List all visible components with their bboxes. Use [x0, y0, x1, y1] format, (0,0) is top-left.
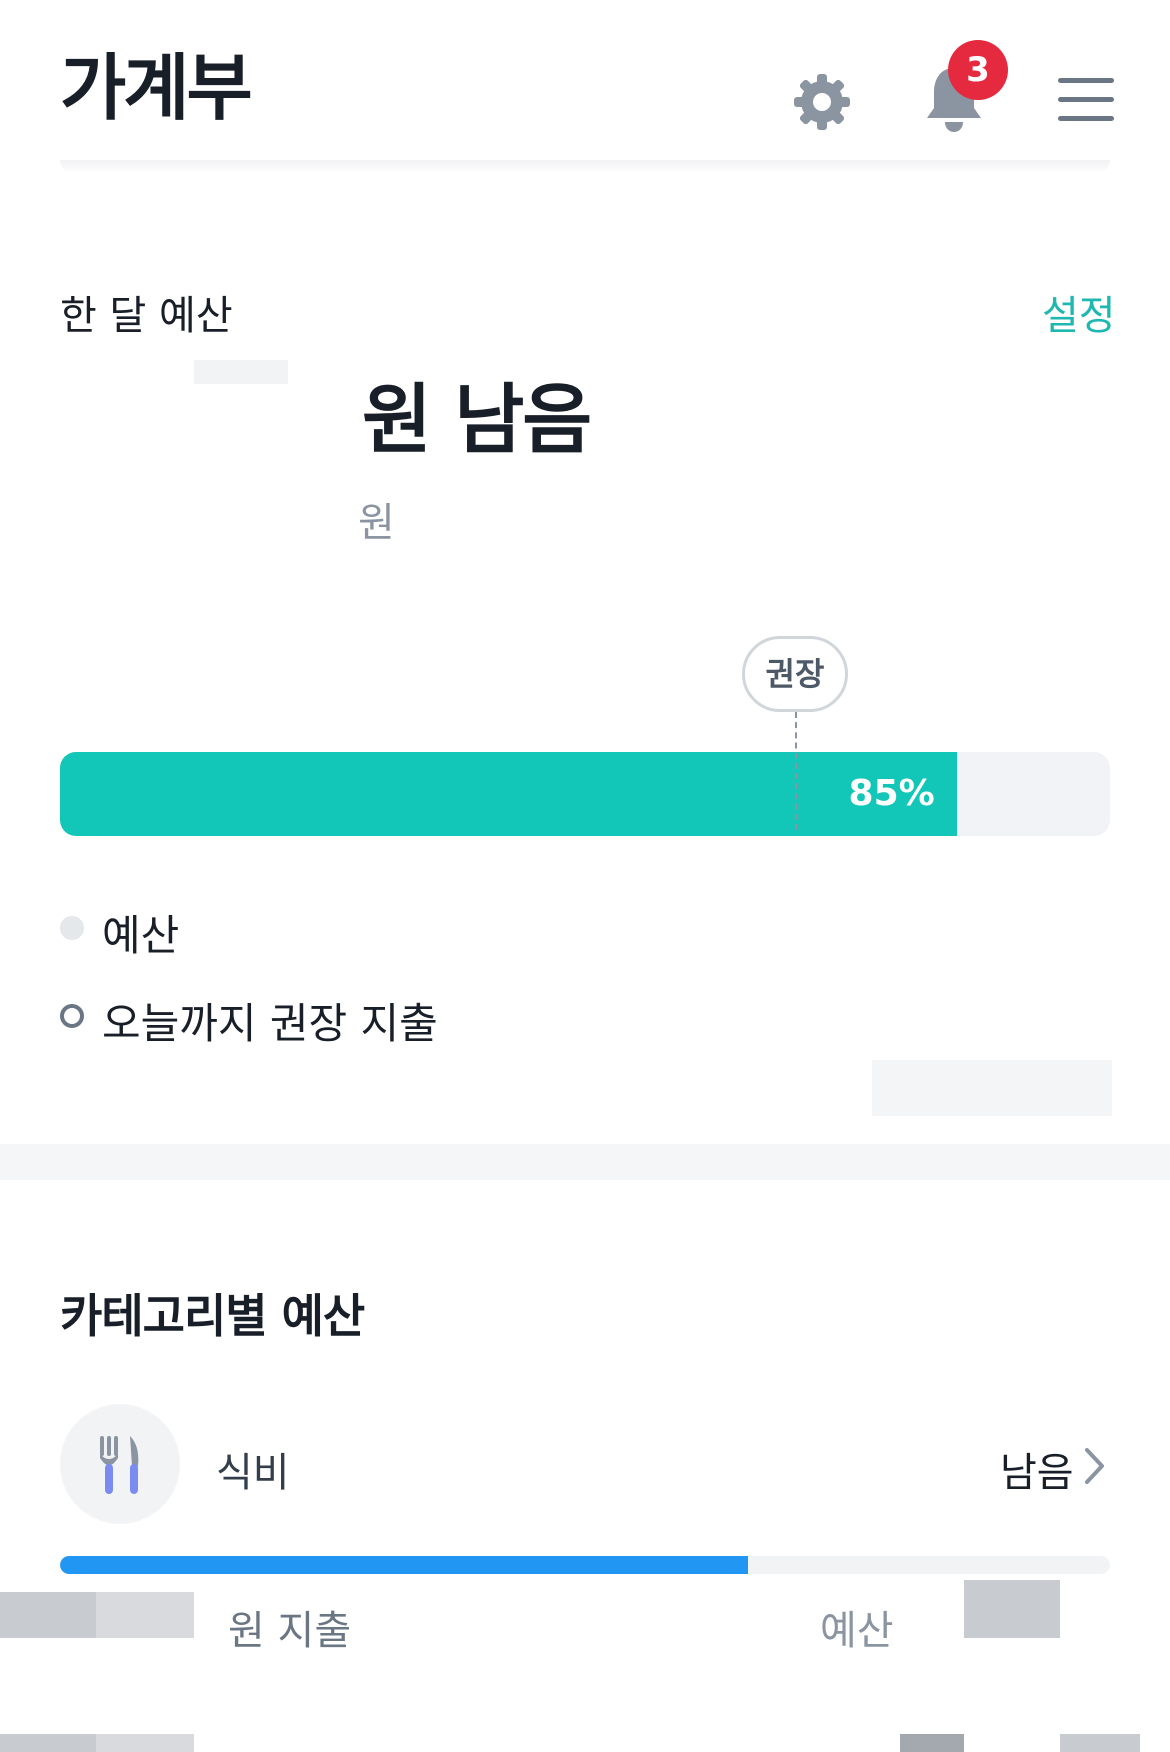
budget-label: 한 달 예산 [60, 293, 233, 339]
category-progress-bar [60, 1556, 1110, 1574]
redacted-block [872, 1060, 1112, 1116]
budget-progress-bar: 85% [60, 752, 1110, 836]
notification-badge: 3 [948, 40, 1008, 100]
remaining-amount: 원 남음 [362, 375, 592, 464]
header-divider [60, 160, 1110, 174]
redacted-block [0, 1592, 96, 1638]
legend-budget-dot [60, 916, 84, 940]
category-icon-container [60, 1404, 180, 1524]
hamburger-menu-icon[interactable] [1058, 78, 1114, 122]
legend-recommended-label: 오늘까지 권장 지출 [102, 999, 438, 1048]
fork-knife-icon [100, 1436, 139, 1494]
redacted-amount [194, 360, 288, 384]
redacted-block [96, 1592, 194, 1638]
budget-settings-link[interactable]: 설정 [1042, 283, 1116, 341]
redacted-block [900, 1734, 964, 1752]
redacted-block [96, 1734, 194, 1752]
app-title: 가계부 [60, 46, 253, 130]
budget-subamount: 원 [358, 500, 395, 546]
recommended-marker-line [795, 712, 797, 830]
redacted-block [1060, 1734, 1140, 1752]
recommended-marker-bubble: 권장 [742, 636, 848, 712]
category-name: 식비 [216, 1450, 290, 1496]
gear-icon [794, 74, 850, 130]
budget-progress-fill: 85% [60, 752, 957, 836]
redacted-block [964, 1580, 1060, 1638]
legend-recommended-dot [60, 1004, 84, 1028]
settings-button[interactable] [790, 70, 854, 134]
category-spent: 원 지출 [228, 1608, 352, 1654]
redacted-block [0, 1734, 96, 1752]
category-section-title: 카테고리별 예산 [60, 1289, 365, 1343]
category-budget: 예산 [820, 1608, 894, 1654]
legend-budget-label: 예산 [102, 911, 180, 960]
chevron-right-icon[interactable] [1082, 1446, 1108, 1486]
category-remaining: 남음 [1000, 1450, 1074, 1496]
section-divider [0, 1144, 1170, 1180]
category-progress-fill [60, 1556, 748, 1574]
budget-progress-percent: 85% [848, 773, 935, 814]
